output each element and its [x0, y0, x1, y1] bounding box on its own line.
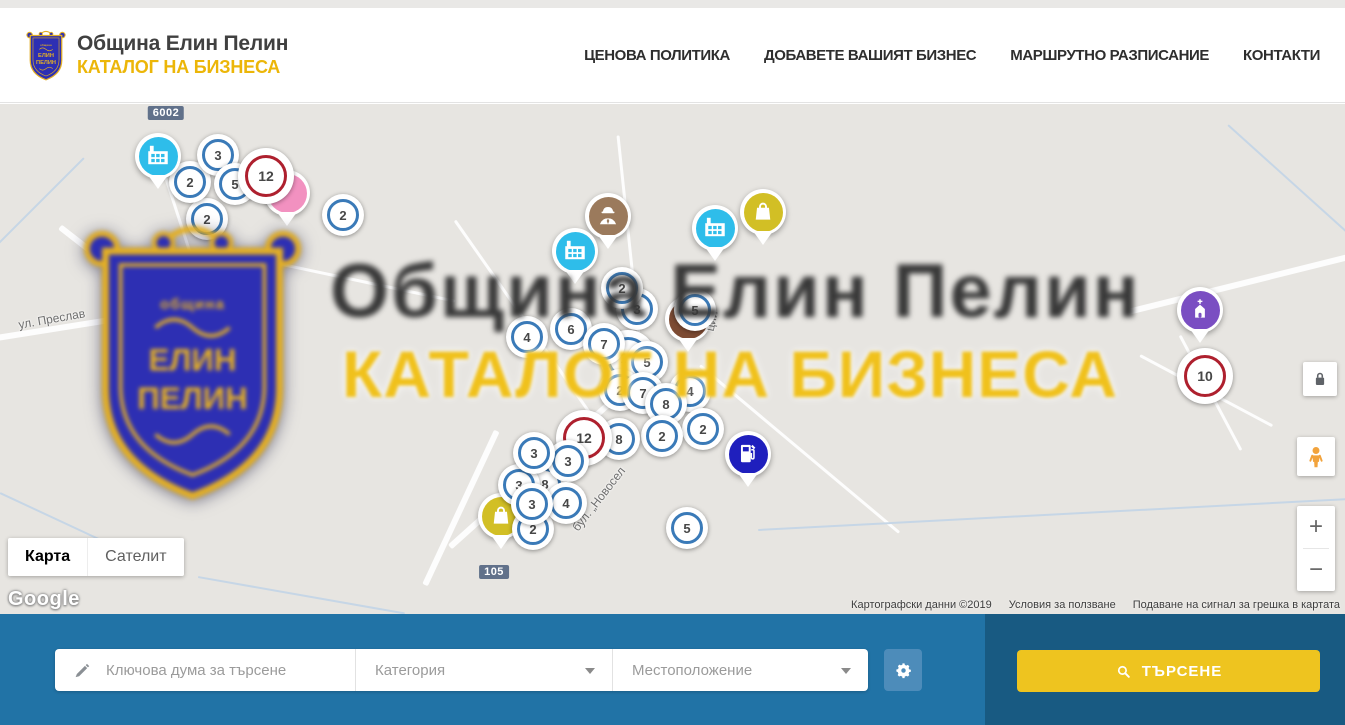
- cluster-count: 12: [238, 148, 294, 204]
- search-icon: [1115, 663, 1132, 680]
- keyword-search-input[interactable]: [104, 661, 334, 680]
- factory-icon: [702, 214, 728, 240]
- attribution-terms-link[interactable]: Условия за ползване: [1009, 599, 1116, 611]
- factory-pin[interactable]: [692, 205, 738, 251]
- cluster-count: 5: [674, 289, 716, 331]
- cluster-count: 2: [322, 194, 364, 236]
- zoom-in-button[interactable]: +: [1297, 506, 1335, 548]
- main-nav: ЦЕНОВА ПОЛИТИКА ДОБАВЕТЕ ВАШИЯТ БИЗНЕС М…: [584, 47, 1320, 64]
- lock-icon: [1309, 368, 1331, 390]
- map-canvas[interactable]: 6002105ул. Преславбул. „Новоселции“ 2235…: [0, 104, 1345, 614]
- gear-icon: [894, 661, 913, 680]
- cluster-count: 2: [682, 408, 724, 450]
- google-logo[interactable]: Google: [8, 588, 80, 611]
- zoom-control: + −: [1297, 506, 1335, 591]
- street-view-pegman[interactable]: [1297, 437, 1335, 476]
- cluster-marker[interactable]: 3: [513, 432, 555, 474]
- search-bar: ТЪРСЕНЕ Категория Местоположение: [0, 614, 1345, 725]
- attribution-report-link[interactable]: Подаване на сигнал за грешка в картата: [1133, 599, 1340, 611]
- lock-control[interactable]: [1303, 362, 1337, 396]
- logo-line1: ЕЛИН: [38, 53, 54, 59]
- site-tagline: КАТАЛОГ НА БИЗНЕСА: [77, 57, 288, 78]
- category-dropdown[interactable]: Категория: [356, 649, 612, 691]
- map-attribution: Картографски данни ©2019 Условия за полз…: [851, 599, 1340, 611]
- cluster-count: 10: [1177, 348, 1233, 404]
- fuel-pin[interactable]: [725, 431, 771, 477]
- factory-icon: [145, 142, 171, 168]
- road-number-badge: 6002: [148, 106, 184, 120]
- site-title: Община Елин Пелин: [77, 32, 288, 56]
- zoom-out-button[interactable]: −: [1297, 549, 1335, 591]
- cluster-marker[interactable]: 3: [511, 483, 553, 525]
- cluster-marker[interactable]: 10: [1177, 348, 1233, 404]
- category-dropdown-label: Категория: [375, 662, 445, 679]
- map-type-button-map[interactable]: Карта: [8, 538, 87, 576]
- attribution-copyright: Картографски данни ©2019: [851, 599, 992, 611]
- search-button-label: ТЪРСЕНЕ: [1142, 663, 1223, 680]
- location-dropdown[interactable]: Местоположение: [612, 649, 868, 691]
- search-button[interactable]: ТЪРСЕНЕ: [1017, 650, 1320, 692]
- worker-icon: [595, 202, 621, 228]
- markers-layer: 22351223524613752748228122833343510: [0, 104, 1345, 614]
- cluster-marker[interactable]: 2: [682, 408, 724, 450]
- cluster-marker[interactable]: 2: [322, 194, 364, 236]
- cluster-count: 3: [511, 483, 553, 525]
- map-type-control: Карта Сателит: [8, 538, 184, 576]
- cluster-marker[interactable]: 7: [583, 323, 625, 365]
- page: община ЕЛИН ПЕЛИН Община Елин Пелин КАТА…: [0, 0, 1345, 725]
- logo-line2: ПЕЛИН: [36, 60, 56, 66]
- header: община ЕЛИН ПЕЛИН Община Елин Пелин КАТА…: [0, 8, 1345, 103]
- brand[interactable]: община ЕЛИН ПЕЛИН Община Елин Пелин КАТА…: [25, 28, 288, 82]
- municipality-logo-icon: община ЕЛИН ПЕЛИН: [25, 28, 67, 82]
- cluster-marker[interactable]: 5: [674, 289, 716, 331]
- cluster-marker[interactable]: 12: [238, 148, 294, 204]
- bag-pin[interactable]: [740, 189, 786, 235]
- chevron-down-icon: [841, 668, 851, 674]
- fuel-icon: [735, 440, 761, 466]
- cluster-count: 2: [641, 415, 683, 457]
- bag-icon: [750, 198, 776, 224]
- worker-pin[interactable]: [585, 193, 631, 239]
- search-input-group: Категория Местоположение: [55, 649, 868, 691]
- map-type-button-satellite[interactable]: Сателит: [87, 538, 183, 576]
- pencil-icon: [74, 661, 92, 679]
- nav-add-business[interactable]: ДОБАВЕТЕ ВАШИЯТ БИЗНЕС: [764, 47, 976, 64]
- factory-icon: [562, 237, 588, 263]
- advanced-search-button[interactable]: [884, 649, 922, 691]
- nav-route-schedule[interactable]: МАРШРУТНО РАЗПИСАНИЕ: [1010, 47, 1209, 64]
- cluster-count: 2: [601, 267, 643, 309]
- cluster-count: 5: [666, 507, 708, 549]
- top-strip: [0, 0, 1345, 8]
- cluster-count: 4: [506, 316, 548, 358]
- cluster-count: 3: [513, 432, 555, 474]
- cluster-marker[interactable]: 2: [601, 267, 643, 309]
- factory-pin[interactable]: [552, 228, 598, 274]
- road-number-badge: 105: [479, 565, 509, 579]
- church-pin[interactable]: [1177, 287, 1223, 333]
- location-dropdown-label: Местоположение: [632, 662, 752, 679]
- nav-pricing-policy[interactable]: ЦЕНОВА ПОЛИТИКА: [584, 47, 730, 64]
- cluster-marker[interactable]: 2: [641, 415, 683, 457]
- chevron-down-icon: [585, 668, 595, 674]
- nav-contacts[interactable]: КОНТАКТИ: [1243, 47, 1320, 64]
- pegman-icon: [1303, 444, 1329, 470]
- church-icon: [1187, 296, 1213, 322]
- brand-text: Община Елин Пелин КАТАЛОГ НА БИЗНЕСА: [77, 32, 288, 77]
- cluster-count: 7: [583, 323, 625, 365]
- factory-pin[interactable]: [135, 133, 181, 179]
- cluster-marker[interactable]: 4: [506, 316, 548, 358]
- search-bar-right-panel: ТЪРСЕНЕ: [985, 614, 1345, 725]
- cluster-marker[interactable]: 5: [666, 507, 708, 549]
- keyword-section: [55, 649, 356, 691]
